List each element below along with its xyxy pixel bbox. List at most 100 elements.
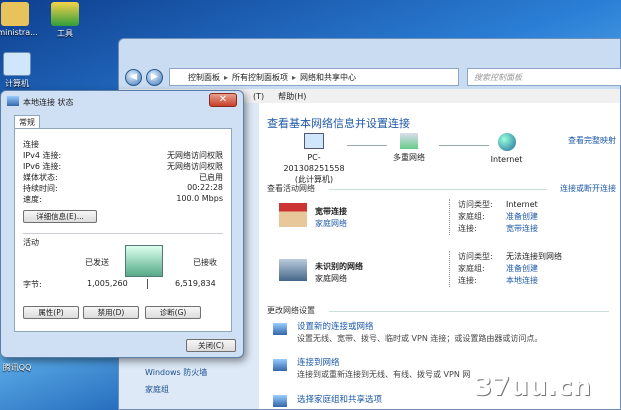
network-icon	[7, 96, 19, 106]
full-map-link[interactable]: 查看完整映射	[568, 135, 616, 146]
row-key: IPv4 连接:	[23, 151, 62, 160]
status-row: 速度: 100.0 Mbps	[23, 194, 223, 205]
house-icon	[279, 203, 307, 227]
sidebar-homegroup[interactable]: 家庭组	[145, 384, 169, 395]
homegroup-link[interactable]: 准备创建	[506, 264, 538, 273]
watermark: 37uu.cn	[474, 372, 591, 402]
forward-button[interactable]: ▶	[146, 68, 163, 86]
close-button[interactable]: 关闭(C)	[186, 339, 236, 352]
qq-icon[interactable]: 腾讯QQ	[0, 362, 42, 373]
row-value: 无网络访问权限	[167, 162, 223, 171]
search-input[interactable]: 搜索控制面板	[467, 68, 621, 86]
value: Internet	[506, 200, 538, 209]
menu-tools[interactable]: (T)	[253, 92, 264, 101]
network-icon	[279, 259, 307, 281]
label: 访问类型:	[458, 252, 493, 261]
divider	[23, 233, 223, 234]
task-title[interactable]: 设置新的连接或网络	[297, 322, 542, 333]
label: 家庭组:	[458, 264, 485, 273]
breadcrumb-1[interactable]: 控制面板	[188, 72, 220, 83]
general-panel: 连接 IPv4 连接: 无网络访问权限 IPv6 连接: 无网络访问权限 媒体状态:…	[14, 128, 232, 332]
connection-section-header: 连接	[23, 140, 39, 149]
task-title[interactable]: 选择家庭组和共享选项	[297, 395, 382, 406]
desktop-icon-label: 工具	[57, 29, 73, 38]
computer-icon	[304, 133, 324, 149]
page-title: 查看基本网络信息并设置连接	[267, 117, 410, 130]
internet-node: Internet	[484, 133, 529, 165]
details-button[interactable]: 详细信息(E)...	[23, 210, 97, 223]
computer-icon[interactable]: 计算机	[0, 52, 42, 89]
label: 连接:	[458, 276, 477, 285]
row-value: 已启用	[199, 173, 223, 182]
net2-details: 访问类型: 无法连接到网络 家庭组: 准备创建 连接: 本地连接	[449, 251, 562, 287]
connection-link[interactable]: 本地连接	[506, 276, 538, 285]
label: 访问类型:	[458, 200, 493, 209]
desktop-icon-label: dministra...	[0, 28, 38, 37]
task-connect[interactable]: 连接到网络 连接到或重新连接到无线、有线、拨号或 VPN 网	[297, 358, 470, 380]
task-desc: 连接到或重新连接到无线、有线、拨号或 VPN 网	[297, 370, 471, 379]
label: 连接:	[458, 224, 477, 233]
internet-name: Internet	[490, 155, 523, 164]
net1-info: 宽带连接 家庭网络	[315, 206, 347, 230]
label: 家庭组:	[458, 212, 485, 221]
address-bar[interactable]: 控制面板 ▸ 所有控制面板项 ▸ 网络和共享中心	[169, 68, 459, 86]
sidebar-firewall[interactable]: Windows 防火墙	[145, 367, 207, 378]
admin-folder-icon[interactable]: dministra...	[0, 2, 40, 37]
divider	[329, 189, 547, 190]
status-row: IPv4 连接: 无网络访问权限	[23, 150, 223, 161]
network-icon	[400, 133, 418, 149]
net1-details: 访问类型: Internet 家庭组: 准备创建 连接: 宽带连接	[449, 199, 538, 235]
tools-icon[interactable]: 工具	[40, 2, 90, 39]
row-value: 00:22:28	[187, 183, 223, 192]
dialog-title: 本地连接 状态	[23, 98, 74, 107]
pc-name: PC-201308251558	[283, 153, 345, 173]
status-row: IPv6 连接: 无网络访问权限	[23, 161, 223, 172]
breadcrumb-2[interactable]: 所有控制面板项	[232, 72, 288, 83]
task-title[interactable]: 连接到网络	[297, 358, 470, 369]
multi-node: 多重网络	[384, 133, 434, 163]
net2-name: 未识别的网络	[315, 262, 363, 271]
status-row: 持续时间: 00:22:28	[23, 183, 223, 194]
bytes-label: 字节:	[23, 280, 42, 289]
globe-icon	[497, 133, 516, 151]
row-key: IPv6 连接:	[23, 162, 62, 171]
multi-name: 多重网络	[393, 153, 425, 162]
link-line	[439, 145, 489, 146]
divider	[329, 311, 609, 312]
row-key: 持续时间:	[23, 184, 58, 193]
net1-type-link[interactable]: 家庭网络	[315, 218, 347, 230]
row-key: 媒体状态:	[23, 173, 58, 182]
connection-link[interactable]: 宽带连接	[506, 224, 538, 233]
disable-button[interactable]: 禁用(D)	[83, 306, 139, 319]
connect-disconnect-link[interactable]: 连接或断开连接	[560, 183, 616, 194]
homegroup-link[interactable]: 准备创建	[506, 212, 538, 221]
active-networks-header: 查看活动网络	[267, 184, 315, 193]
homegroup-icon	[273, 395, 287, 407]
row-value: 无网络访问权限	[167, 151, 223, 160]
connect-network-icon	[273, 359, 287, 371]
close-icon[interactable]: ✕	[209, 93, 237, 107]
pc-node: PC-201308251558 (此计算机)	[279, 133, 349, 185]
tab-general[interactable]: 常规	[14, 115, 40, 129]
desktop-icon-label: 腾讯QQ	[2, 363, 32, 372]
properties-button[interactable]: 属性(P)	[23, 306, 79, 319]
activity-computers-icon	[125, 245, 163, 277]
status-row: 媒体状态: 已启用	[23, 172, 223, 183]
activity-section-header: 活动	[23, 238, 39, 247]
task-new-connection[interactable]: 设置新的连接或网络 设置无线、宽带、拨号、临时或 VPN 连接；或设置路由器或访…	[297, 322, 542, 344]
menu-help[interactable]: 帮助(H)	[278, 91, 306, 102]
net2-info: 未识别的网络 家庭网络	[315, 261, 363, 285]
new-connection-icon	[273, 323, 287, 335]
bytes-received: 6,519,834	[175, 279, 216, 288]
divider	[147, 279, 148, 289]
task-homegroup[interactable]: 选择家庭组和共享选项	[297, 395, 382, 406]
diagnose-button[interactable]: 诊断(G)	[145, 306, 201, 319]
value: 无法连接到网络	[506, 252, 562, 261]
local-connection-status-dialog: 本地连接 状态 ✕ 常规 连接 IPv4 连接: 无网络访问权限 IPv6 连接:…	[0, 90, 244, 358]
desktop-icon-label: 计算机	[5, 79, 29, 88]
back-button[interactable]: ◀	[125, 68, 142, 86]
row-value: 100.0 Mbps	[176, 194, 223, 203]
net2-type: 家庭网络	[315, 274, 347, 283]
breadcrumb-3[interactable]: 网络和共享中心	[300, 72, 356, 83]
received-label: 已接收	[193, 258, 217, 267]
